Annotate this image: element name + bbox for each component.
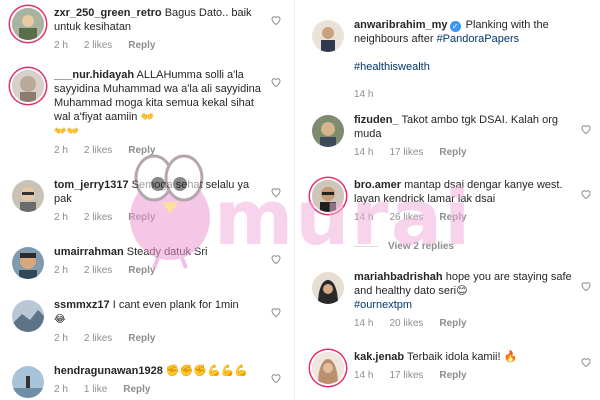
comment-time: 2 h xyxy=(54,212,68,223)
comment-likes[interactable]: 20 likes xyxy=(389,318,423,329)
comment-time: 2 h xyxy=(54,265,68,276)
comments-right-column: anwaribrahim_my ✓ Planking with the neigh… xyxy=(300,0,600,400)
comment-text: Terbaik idola kamii! 🔥 xyxy=(407,351,518,363)
comment-username[interactable]: tom_jerry1317 xyxy=(54,179,129,191)
hashtag-link[interactable]: #PandoraPapers xyxy=(437,33,520,45)
comment-likes[interactable]: 2 likes xyxy=(84,40,112,51)
comment-text: Steady datuk Sri xyxy=(126,246,208,258)
post-time: 14 h xyxy=(354,89,374,100)
like-heart-icon[interactable] xyxy=(270,372,282,384)
comment-time: 2 h xyxy=(54,333,68,344)
reply-button[interactable]: Reply xyxy=(123,384,150,395)
comment-username[interactable]: ssmmxz17 xyxy=(54,299,110,311)
reply-button[interactable]: Reply xyxy=(128,40,155,51)
reply-button[interactable]: Reply xyxy=(128,265,155,276)
comment-likes[interactable]: 17 likes xyxy=(389,147,423,158)
post-username[interactable]: anwaribrahim_my xyxy=(354,19,448,31)
like-heart-icon[interactable] xyxy=(270,14,282,26)
view-replies-button[interactable]: View 2 replies xyxy=(354,241,454,252)
view-replies-label[interactable]: View 2 replies xyxy=(388,241,454,252)
comment-username[interactable]: ___nur.hidayah xyxy=(54,69,134,81)
avatar[interactable] xyxy=(312,20,344,52)
verified-badge-icon: ✓ xyxy=(449,21,461,32)
comment-time: 14 h xyxy=(354,212,374,223)
comment-text: ✊✊✊💪💪💪 xyxy=(165,365,249,377)
reply-button[interactable]: Reply xyxy=(439,212,466,223)
reply-button[interactable]: Reply xyxy=(128,212,155,223)
avatar[interactable] xyxy=(12,366,44,398)
comment-likes[interactable]: 1 like xyxy=(84,384,107,395)
like-heart-icon[interactable] xyxy=(270,306,282,318)
comment-likes[interactable]: 2 likes xyxy=(84,145,112,156)
like-heart-icon[interactable] xyxy=(270,76,282,88)
comment-username[interactable]: kak.jenab xyxy=(354,351,404,363)
comments-left-column: zxr_250_green_retro Bagus Dato.. baik un… xyxy=(0,0,290,400)
comment-text: I cant even plank for 1min xyxy=(112,299,239,311)
like-heart-icon[interactable] xyxy=(270,186,282,198)
comment-likes[interactable]: 17 likes xyxy=(389,370,423,381)
reply-button[interactable]: Reply xyxy=(128,145,155,156)
emoji-text: 👐👐 xyxy=(54,126,79,137)
comment-time: 2 h xyxy=(54,384,68,395)
comment-time: 14 h xyxy=(354,147,374,158)
comment-username[interactable]: zxr_250_green_retro xyxy=(54,7,162,19)
avatar[interactable] xyxy=(12,247,44,279)
avatar[interactable] xyxy=(12,180,44,212)
like-heart-icon[interactable] xyxy=(270,253,282,265)
comment-likes[interactable]: 2 likes xyxy=(84,265,112,276)
comment-time: 14 h xyxy=(354,318,374,329)
comment-time: 2 h xyxy=(54,40,68,51)
like-heart-icon[interactable] xyxy=(580,188,592,200)
view-replies-line xyxy=(354,245,378,247)
comment-username[interactable]: bro.amer xyxy=(354,179,401,191)
avatar[interactable] xyxy=(312,115,344,147)
comment-username[interactable]: umairrahman xyxy=(54,246,124,258)
comment-username[interactable]: mariahbadrishah xyxy=(354,271,443,283)
reply-button[interactable]: Reply xyxy=(439,318,466,329)
comment-username[interactable]: fizuden_ xyxy=(354,114,399,126)
comment-likes[interactable]: 2 likes xyxy=(84,333,112,344)
hashtag-link[interactable]: #healthiswealth xyxy=(354,61,430,73)
avatar[interactable] xyxy=(12,300,44,332)
comment-likes[interactable]: 26 likes xyxy=(389,212,423,223)
avatar[interactable] xyxy=(312,180,344,212)
hashtag-link[interactable]: #ournextpm xyxy=(354,299,412,311)
like-heart-icon[interactable] xyxy=(580,356,592,368)
reply-button[interactable]: Reply xyxy=(128,333,155,344)
emoji-text: 😂 xyxy=(54,314,66,325)
reply-button[interactable]: Reply xyxy=(439,147,466,158)
avatar[interactable] xyxy=(312,272,344,304)
column-divider xyxy=(294,0,295,400)
avatar[interactable] xyxy=(12,70,44,102)
comment-likes[interactable]: 2 likes xyxy=(84,212,112,223)
comment-time: 14 h xyxy=(354,370,374,381)
comment-time: 2 h xyxy=(54,145,68,156)
like-heart-icon[interactable] xyxy=(580,123,592,135)
avatar[interactable] xyxy=(12,8,44,40)
reply-button[interactable]: Reply xyxy=(439,370,466,381)
avatar[interactable] xyxy=(312,352,344,384)
like-heart-icon[interactable] xyxy=(580,280,592,292)
comment-username[interactable]: hendragunawan1928 xyxy=(54,365,163,377)
